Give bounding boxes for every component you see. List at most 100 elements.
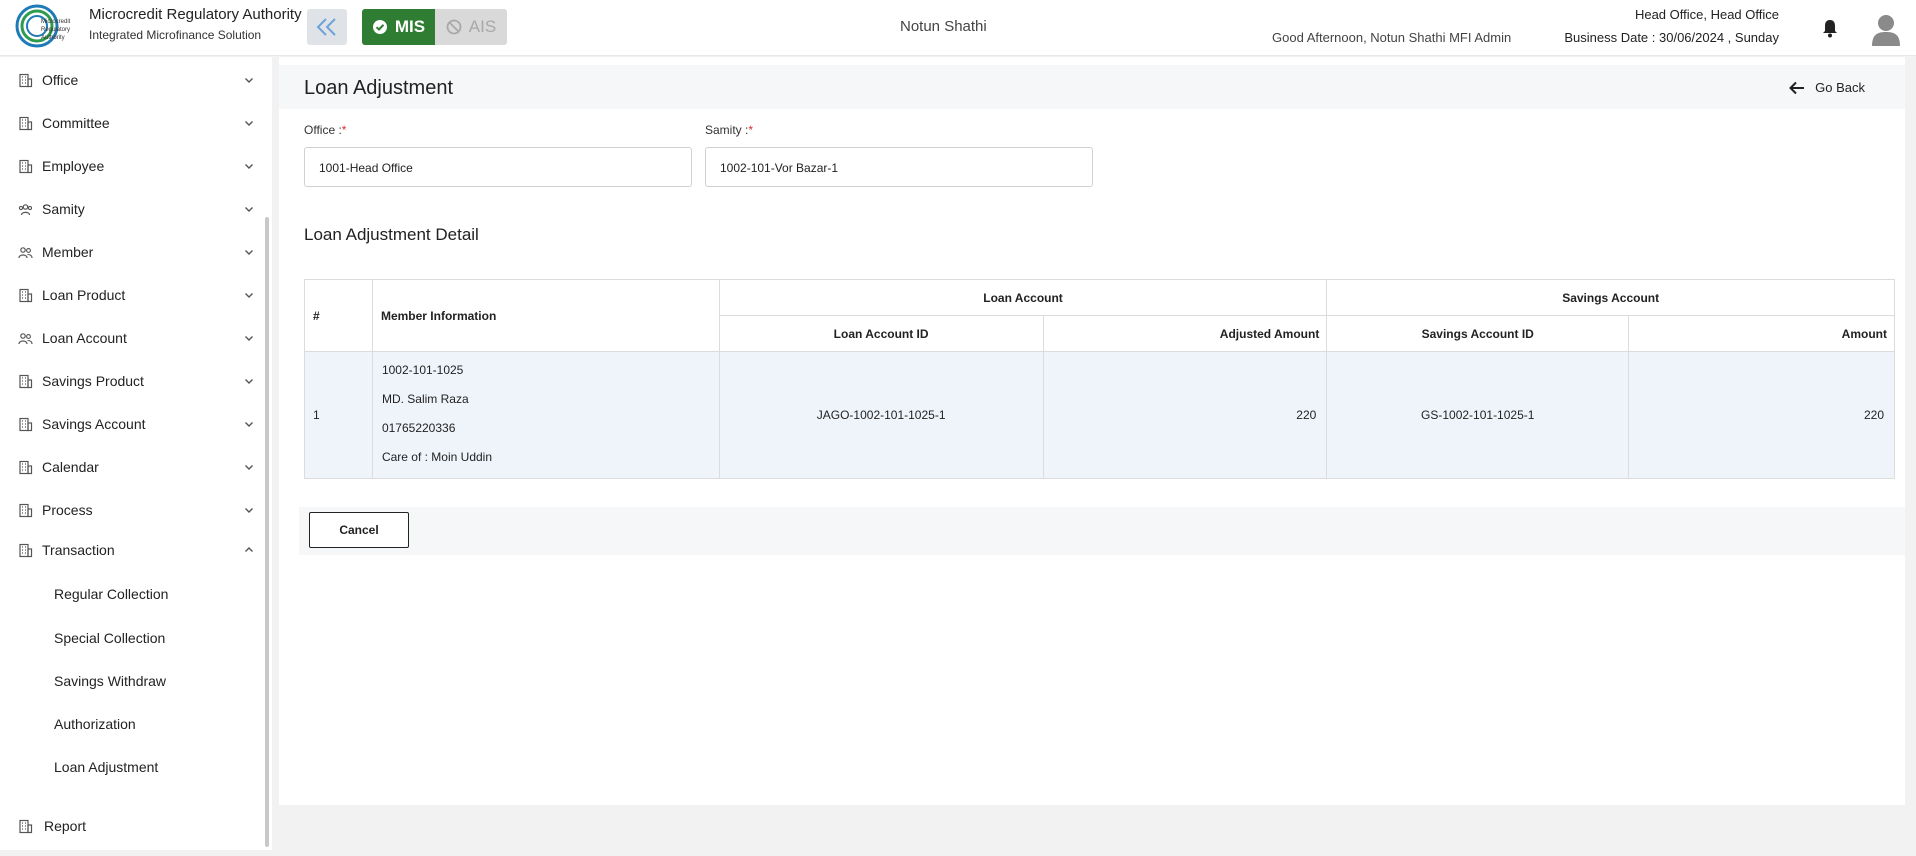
brand-subtitle: Integrated Microfinance Solution (89, 28, 262, 42)
col-group-loan-account: Loan Account (718, 279, 1328, 316)
chevron-down-icon (245, 293, 253, 298)
go-back-label: Go Back (1815, 80, 1865, 95)
savings-amount-cell: 220 (1628, 351, 1895, 479)
chevron-down-icon (245, 508, 253, 513)
loan-account-id-cell: JAGO-1002-101-1025-1 (718, 351, 1044, 479)
sidebar-scrollbar[interactable] (265, 217, 269, 847)
building-icon (19, 374, 33, 388)
main-content: Loan Adjustment Go Back Office :* 1001-H… (279, 57, 1905, 805)
samity-label-text: Samity : (705, 123, 749, 137)
sidebar-item-calendar[interactable]: Calendar (0, 452, 262, 482)
table-row: 1 1002-101-1025 MD. Salim Raza 017652203… (304, 351, 1895, 479)
col-header-savings-id: Savings Account ID (1326, 315, 1630, 352)
sidebar-item-label: Calendar (42, 459, 99, 475)
chevron-down-icon (245, 422, 253, 427)
member-name: MD. Salim Raza (381, 392, 469, 406)
member-phone: 01765220336 (381, 421, 456, 435)
col-header-member: Member Information (371, 279, 720, 352)
office-select[interactable]: 1001-Head Office (304, 147, 692, 187)
greeting-text: Good Afternoon, Notun Shathi MFI Admin (1272, 30, 1512, 45)
sidebar-item-transaction[interactable]: Transaction (0, 535, 262, 565)
chevron-down-icon (245, 379, 253, 384)
chevron-down-icon (245, 465, 253, 470)
chevron-down-icon (245, 250, 253, 255)
sidebar-subitem-loan-adjustment[interactable]: Loan Adjustment (0, 752, 262, 782)
sidebar-item-process[interactable]: Process (0, 495, 262, 525)
col-header-amount: Amount (1628, 315, 1895, 352)
action-bar (299, 507, 1905, 555)
page-title-bar: Loan Adjustment Go Back (279, 65, 1905, 109)
arrow-left-icon (1789, 81, 1805, 94)
collapse-sidebar-button[interactable] (307, 9, 347, 45)
section-title: Loan Adjustment Detail (304, 225, 479, 244)
sidebar-subitem-special-collection[interactable]: Special Collection (0, 623, 262, 653)
building-icon (19, 543, 33, 557)
ais-mode-button[interactable]: AIS (435, 9, 507, 45)
business-date: Business Date : 30/06/2024 , Sunday (1564, 30, 1779, 45)
sidebar-item-label: Committee (42, 115, 110, 131)
building-icon (19, 460, 33, 474)
sidebar-item-loan-product[interactable]: Loan Product (0, 280, 262, 310)
sidebar-item-employee[interactable]: Employee (0, 151, 262, 181)
block-icon (446, 19, 462, 35)
sidebar-subitem-regular-collection[interactable]: Regular Collection (0, 579, 262, 609)
user-avatar-icon[interactable] (1870, 12, 1902, 46)
sidebar-subitem-label: Loan Adjustment (54, 759, 159, 775)
sidebar-subitem-label: Special Collection (54, 630, 166, 646)
people-icon (18, 332, 33, 344)
mis-mode-button[interactable]: MIS (362, 9, 435, 45)
page-title: Loan Adjustment (304, 77, 453, 99)
chevron-up-icon (245, 547, 253, 552)
col-header-num: # (304, 279, 373, 352)
cancel-button[interactable]: Cancel (309, 512, 409, 548)
sidebar-item-report[interactable]: Report (0, 811, 262, 841)
member-info-cell: 1002-101-1025 MD. Salim Raza 01765220336… (371, 351, 720, 479)
samity-select[interactable]: 1002-101-Vor Bazar-1 (705, 147, 1093, 187)
sidebar-item-label: Transaction (42, 542, 115, 558)
check-circle-icon (372, 20, 387, 34)
sidebar-item-office[interactable]: Office (0, 65, 262, 95)
required-mark: * (341, 123, 347, 137)
sidebar-item-label: Report (44, 818, 87, 834)
chevron-down-icon (245, 121, 253, 126)
current-office: Head Office, Head Office (1634, 7, 1779, 22)
ais-label: AIS (468, 17, 497, 36)
office-label-text: Office : (304, 123, 342, 137)
sidebar-item-label: Office (42, 72, 79, 88)
sidebar-subitem-authorization[interactable]: Authorization (0, 709, 262, 739)
double-chevron-left-icon (316, 18, 336, 36)
report-icon (19, 819, 33, 833)
samity-field-label: Samity :* (705, 123, 753, 137)
chevron-down-icon (245, 207, 253, 212)
svg-text:Regulatory: Regulatory (41, 27, 70, 33)
row-number: 1 (304, 351, 373, 479)
sidebar-item-samity[interactable]: Samity (0, 194, 262, 224)
bell-icon[interactable] (1821, 18, 1839, 38)
top-header: Microcredit Regulatory Authority Microcr… (0, 0, 1916, 56)
sidebar-item-label: Member (42, 244, 94, 260)
building-icon (19, 73, 33, 87)
sidebar-item-label: Process (42, 502, 93, 518)
chevron-down-icon (245, 78, 253, 83)
sidebar-item-label: Savings Account (42, 416, 146, 432)
sidebar-item-savings-account[interactable]: Savings Account (0, 409, 262, 439)
brand-title: Microcredit Regulatory Authority (89, 6, 302, 23)
sidebar-item-label: Loan Product (42, 287, 126, 303)
sidebar-item-committee[interactable]: Committee (0, 108, 262, 138)
savings-account-id-cell: GS-1002-101-1025-1 (1326, 351, 1630, 479)
people-icon (18, 246, 33, 258)
sidebar-item-loan-account[interactable]: Loan Account (0, 323, 262, 353)
building-icon (19, 503, 33, 517)
sidebar-subitem-label: Regular Collection (54, 586, 169, 602)
sidebar-subitem-savings-withdraw[interactable]: Savings Withdraw (0, 666, 262, 696)
chevron-down-icon (245, 164, 253, 169)
sidebar-item-label: Samity (42, 201, 85, 217)
chevron-down-icon (245, 336, 253, 341)
adjusted-amount-cell: 220 (1042, 351, 1328, 479)
sidebar-item-member[interactable]: Member (0, 237, 262, 267)
loan-adjustment-table: # Member Information Loan Account Saving… (304, 279, 1895, 479)
sidebar-item-savings-product[interactable]: Savings Product (0, 366, 262, 396)
office-field-label: Office :* (304, 123, 346, 137)
building-icon (19, 417, 33, 431)
go-back-button[interactable]: Go Back (1789, 80, 1865, 95)
